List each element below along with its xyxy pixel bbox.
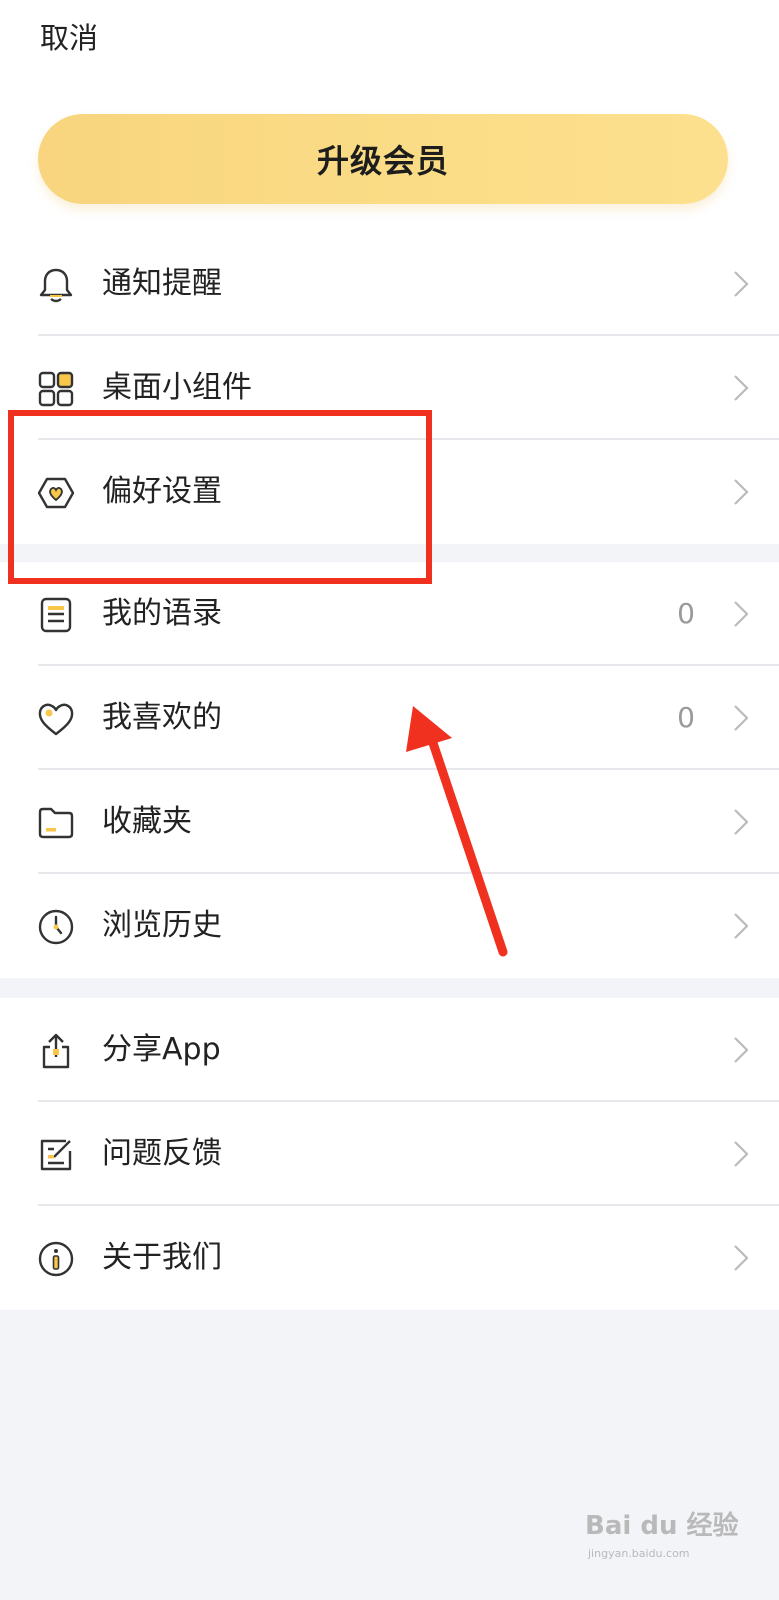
watermark-url: jingyan.baidu.com bbox=[588, 1547, 690, 1560]
chevron-right-icon bbox=[734, 1141, 749, 1167]
menu-item-label: 桌面小组件 bbox=[102, 370, 252, 405]
menu-item-feedback[interactable]: 问题反馈 bbox=[0, 1102, 779, 1206]
folder-icon bbox=[38, 807, 74, 839]
cancel-button[interactable]: 取消 bbox=[40, 18, 98, 58]
menu-item-label: 浏览历史 bbox=[102, 908, 222, 943]
menu-item-label: 关于我们 bbox=[102, 1240, 222, 1275]
item-count: 0 bbox=[677, 701, 695, 734]
chevron-right-icon bbox=[734, 271, 749, 297]
chevron-right-icon bbox=[734, 601, 749, 627]
widgets-icon bbox=[38, 371, 74, 407]
item-count: 0 bbox=[677, 597, 695, 630]
menu-item-label: 收藏夹 bbox=[102, 804, 192, 839]
chevron-right-icon bbox=[734, 1037, 749, 1063]
upgrade-membership-button[interactable]: 升级会员 bbox=[38, 114, 728, 204]
menu-item-label: 通知提醒 bbox=[102, 266, 222, 301]
menu-item-label: 我的语录 bbox=[102, 596, 222, 631]
menu-item-about[interactable]: 关于我们 bbox=[0, 1206, 779, 1310]
chevron-right-icon bbox=[734, 375, 749, 401]
bell-icon bbox=[39, 268, 73, 303]
clock-icon bbox=[38, 909, 74, 945]
menu-group-3: 分享App 问题反馈 关于我们 bbox=[0, 998, 779, 1310]
menu-item-share-app[interactable]: 分享App bbox=[0, 998, 779, 1102]
chevron-right-icon bbox=[734, 705, 749, 731]
watermark-brand: Bai du 经验 bbox=[585, 1511, 739, 1541]
menu-item-favorites[interactable]: 我喜欢的 0 bbox=[0, 666, 779, 770]
notes-icon bbox=[40, 597, 72, 633]
feedback-icon bbox=[40, 1139, 72, 1171]
heart-icon bbox=[38, 703, 74, 736]
chevron-right-icon bbox=[734, 809, 749, 835]
highlight-box bbox=[8, 410, 432, 584]
header-area: 取消 升级会员 bbox=[0, 0, 779, 232]
chevron-right-icon bbox=[734, 479, 749, 505]
menu-item-notifications[interactable]: 通知提醒 bbox=[0, 232, 779, 336]
menu-item-history[interactable]: 浏览历史 bbox=[0, 874, 779, 978]
menu-item-label: 问题反馈 bbox=[102, 1136, 222, 1171]
chevron-right-icon bbox=[734, 1245, 749, 1271]
chevron-right-icon bbox=[734, 913, 749, 939]
menu-item-collections[interactable]: 收藏夹 bbox=[0, 770, 779, 874]
menu-item-label: 分享App bbox=[102, 1032, 221, 1067]
info-icon bbox=[38, 1241, 74, 1277]
menu-item-label: 我喜欢的 bbox=[102, 700, 222, 735]
share-icon bbox=[42, 1033, 70, 1069]
menu-group-2: 我的语录 0 我喜欢的 0 收藏夹 浏览历史 bbox=[0, 562, 779, 978]
